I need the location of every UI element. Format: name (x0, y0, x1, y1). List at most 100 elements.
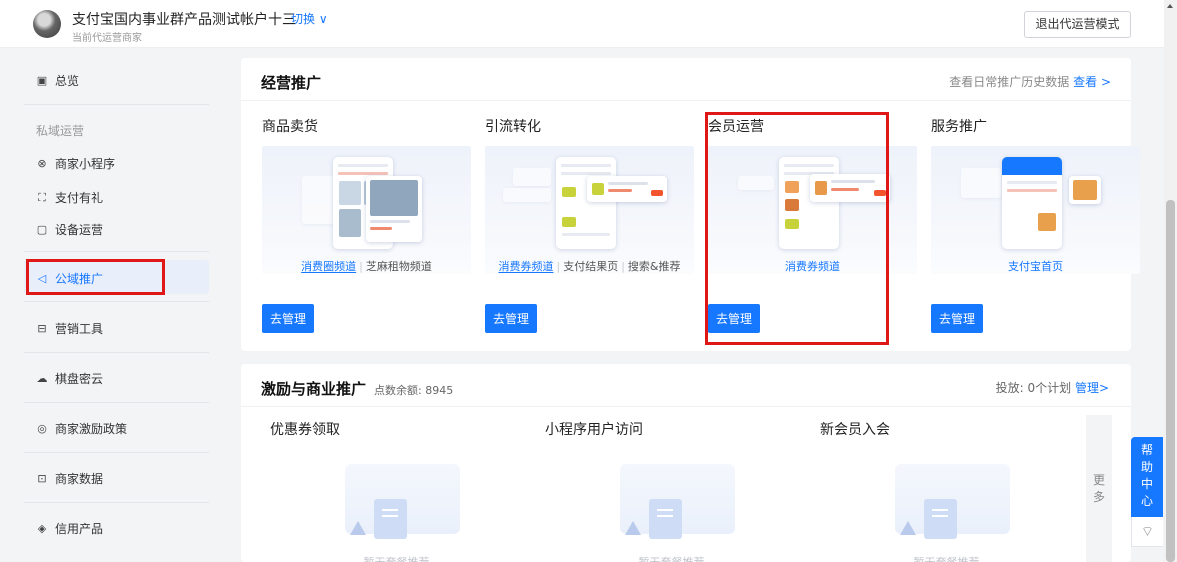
tab-zhima-rent[interactable]: 芝麻租物频道 (366, 260, 432, 273)
sidebar-divider (24, 452, 209, 453)
banner-service-card (1069, 176, 1101, 204)
incentive-title: 激励与商业推广 点数余额: 8945 (261, 378, 453, 399)
sidebar-item-label: 支付有礼 (55, 191, 104, 205)
plan-count: 投放: 0个计划 (995, 381, 1072, 395)
sidebar-item-label: 设备运营 (55, 223, 104, 237)
help-center-button[interactable]: 帮 助 中 心 (1131, 437, 1163, 517)
banner-phone (556, 157, 616, 249)
sidebar-divider (24, 251, 209, 252)
empty-text: 暂无套餐推荐 (545, 554, 798, 562)
data-icon: ⊡ (37, 471, 47, 485)
sidebar-item-mini-program[interactable]: ⊗ 商家小程序 (36, 155, 115, 172)
banner-ghost-card (503, 188, 551, 202)
package-new-member: 新会员入会 暂无套餐推荐 (820, 419, 1073, 562)
package-miniapp-visit: 小程序用户访问 暂无套餐推荐 (545, 419, 798, 562)
tab-consumer-circle[interactable]: 消费圈频道 (301, 260, 356, 273)
exit-agent-mode-button[interactable]: 退出代运营模式 (1024, 11, 1131, 38)
help-char: 帮 (1140, 443, 1153, 457)
sidebar-item-label: 总览 (55, 74, 80, 88)
package-title: 小程序用户访问 (545, 422, 643, 438)
highlight-box-sidebar (26, 259, 165, 295)
cloud-icon: ☁ (36, 371, 48, 385)
banner-product-card (366, 176, 422, 242)
switch-account-link[interactable]: 切换 ∨ (291, 10, 328, 27)
banner-ghost-card (961, 168, 1001, 198)
document-icon (374, 499, 407, 539)
card-divider (241, 406, 1131, 407)
col-title: 引流转化 (485, 119, 541, 135)
help-char: 助 (1140, 460, 1153, 474)
sidebar-divider (24, 104, 209, 105)
promo-col-traffic: 引流转化 消费券频道 | 支付结果页 | 搜索&推荐 去管理 (485, 116, 694, 333)
dashboard-icon: ▣ (36, 73, 48, 87)
gift-icon: ⛶ (38, 190, 46, 204)
plan-manage-link[interactable]: 管理> (1075, 381, 1109, 395)
points-balance: 点数余额: 8945 (374, 384, 454, 397)
empty-text: 暂无套餐推荐 (270, 554, 523, 562)
highlight-box-membership (705, 112, 889, 345)
tab-coupon-channel[interactable]: 消费券频道 (498, 260, 553, 273)
manage-service-button[interactable]: 去管理 (931, 304, 983, 333)
banner-goods (262, 146, 471, 274)
sidebar-group-private: 私域运营 (36, 124, 85, 138)
sidebar-divider (24, 502, 209, 503)
banner-coupon-card (587, 176, 667, 202)
sidebar-item-label: 信用产品 (55, 522, 104, 536)
package-title: 新会员入会 (820, 422, 890, 438)
promotion-card: 经营推广 查看日常推广历史数据 查看 > 商品卖货 消费圈频道|芝麻租物频道 (241, 58, 1140, 351)
account-name: 支付宝国内事业群产品测试帐户十三 (72, 12, 296, 28)
sidebar: ▣ 总览 私域运营 ⊗ 商家小程序 ⛶ 支付有礼 ▢ 设备运营 ◁ 公域推广 ⊟… (0, 49, 225, 562)
page-scrollbar[interactable] (1164, 0, 1177, 562)
account-subtitle: 当前代运营商家 (72, 33, 142, 44)
sidebar-item-device[interactable]: ▢ 设备运营 (36, 221, 103, 238)
device-icon: ▢ (36, 222, 48, 236)
sidebar-divider (24, 301, 209, 302)
sidebar-divider (24, 352, 209, 353)
help-char: 中 (1140, 477, 1153, 491)
empty-text: 暂无套餐推荐 (820, 554, 1073, 562)
top-header: 支付宝国内事业群产品测试帐户十三 切换 ∨ 当前代运营商家 退出代运营模式 (0, 0, 1164, 48)
promotion-title: 经营推广 (261, 74, 322, 92)
warning-icon (900, 521, 916, 535)
plan-row: 投放: 0个计划 管理> (996, 379, 1109, 396)
history-text: 查看日常推广历史数据 (949, 75, 1070, 89)
sidebar-item-overview[interactable]: ▣ 总览 (36, 72, 79, 89)
document-icon (649, 499, 682, 539)
history-view-link[interactable]: 查看 > (1073, 75, 1111, 89)
promo-col-service: 服务推广 支付宝首页 去管理 (931, 116, 1140, 333)
incentive-title-text: 激励与商业推广 (261, 380, 367, 398)
sidebar-item-label: 商家小程序 (55, 157, 116, 171)
manage-traffic-button[interactable]: 去管理 (485, 304, 537, 333)
scroll-thumb[interactable] (1166, 200, 1175, 562)
scroll-up-icon[interactable] (1167, 4, 1173, 8)
mini-program-icon: ⊗ (37, 156, 47, 170)
warning-icon (625, 521, 641, 535)
sidebar-item-cloud[interactable]: ☁ 棋盘密云 (36, 370, 104, 387)
banner-phone (1002, 157, 1062, 249)
sidebar-item-label: 营销工具 (55, 322, 104, 336)
sidebar-divider (24, 402, 209, 403)
document-icon (924, 499, 957, 539)
banner-traffic (485, 146, 694, 274)
sidebar-item-marketing-tools[interactable]: ⊟ 营销工具 (36, 320, 103, 337)
sidebar-item-pay-gift[interactable]: ⛶ 支付有礼 (36, 189, 103, 206)
package-title: 优惠券领取 (270, 422, 340, 438)
credit-icon: ◈ (37, 521, 47, 535)
col-title: 服务推广 (931, 119, 987, 135)
manage-goods-button[interactable]: 去管理 (262, 304, 314, 333)
sidebar-item-credit[interactable]: ◈ 信用产品 (36, 520, 103, 537)
more-label: 更多 (1093, 473, 1106, 504)
empty-state: 暂无套餐推荐 (820, 459, 1073, 562)
more-packages-button[interactable]: 更多 (1086, 415, 1112, 562)
card-divider (241, 100, 1131, 101)
incentive-card: 激励与商业推广点数余额: 8945 投放: 0个计划 管理> 优惠券领取 暂无套… (241, 364, 1131, 562)
headset-icon[interactable]: ⌔ (1131, 517, 1163, 547)
tab-payment-result[interactable]: 支付结果页 (563, 260, 618, 273)
warning-icon (350, 521, 366, 535)
sidebar-item-incentive-policy[interactable]: ◎ 商家激励政策 (36, 420, 127, 437)
help-char: 心 (1140, 494, 1153, 508)
tab-alipay-home[interactable]: 支付宝首页 (1008, 260, 1063, 273)
sidebar-item-merchant-data[interactable]: ⊡ 商家数据 (36, 470, 103, 487)
tab-search-recommend[interactable]: 搜索&推荐 (628, 260, 681, 273)
empty-state: 暂无套餐推荐 (545, 459, 798, 562)
